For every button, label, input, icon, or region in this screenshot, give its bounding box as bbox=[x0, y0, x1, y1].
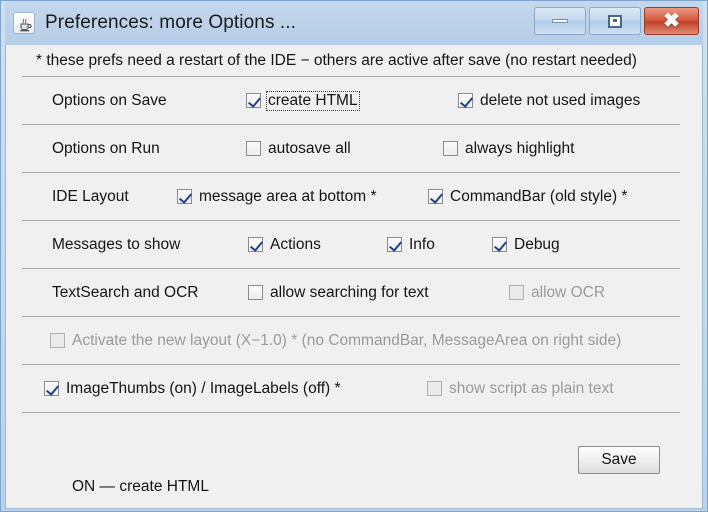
checkbox-imagethumbs-imagelabels[interactable]: ImageThumbs (on) / ImageLabels (off) * bbox=[44, 379, 343, 399]
checkbox-label: CommandBar (old style) * bbox=[450, 187, 628, 205]
checkbox-box-icon bbox=[246, 93, 261, 108]
checkbox-allow-ocr[interactable]: allow OCR bbox=[509, 283, 607, 303]
checkbox-box-icon bbox=[248, 237, 263, 252]
row-messages-to-show: Messages to show Actions Info Debug bbox=[22, 221, 680, 269]
checkbox-box-icon bbox=[428, 189, 443, 204]
checkbox-label: allow searching for text bbox=[270, 283, 429, 301]
checkbox-activate-new-layout[interactable]: Activate the new layout (X−1.0) * (no Co… bbox=[50, 331, 623, 351]
checkbox-message-area-at-bottom[interactable]: message area at bottom * bbox=[177, 187, 379, 207]
row-label: Messages to show bbox=[52, 235, 181, 253]
checkbox-autosave-all[interactable]: autosave all bbox=[246, 139, 353, 159]
checkbox-box-icon bbox=[458, 93, 473, 108]
checkbox-actions[interactable]: Actions bbox=[248, 235, 323, 255]
minimize-icon bbox=[552, 19, 568, 23]
row-ide-layout: IDE Layout message area at bottom * Comm… bbox=[22, 173, 680, 221]
checkbox-show-script-as-plain-text[interactable]: show script as plain text bbox=[427, 379, 616, 399]
checkbox-create-html[interactable]: create HTML bbox=[246, 90, 360, 111]
checkbox-box-icon bbox=[387, 237, 402, 252]
checkbox-box-icon bbox=[248, 285, 263, 300]
row-imagethumbs: ImageThumbs (on) / ImageLabels (off) * s… bbox=[22, 365, 680, 413]
save-button[interactable]: Save bbox=[578, 446, 660, 474]
checkbox-label: Info bbox=[409, 235, 435, 253]
minimize-button[interactable] bbox=[534, 7, 586, 35]
title-bar: Preferences: more Options ... ✖ bbox=[5, 1, 703, 45]
close-button[interactable]: ✖ bbox=[644, 7, 699, 35]
checkbox-label: autosave all bbox=[268, 139, 351, 157]
checkbox-box-icon bbox=[44, 381, 59, 396]
checkbox-label: message area at bottom * bbox=[199, 187, 377, 205]
checkbox-label: show script as plain text bbox=[449, 379, 614, 397]
row-textsearch-and-ocr: TextSearch and OCR allow searching for t… bbox=[22, 269, 680, 317]
dialog-footer: Save ON — create HTML bbox=[6, 440, 702, 508]
checkbox-label: always highlight bbox=[465, 139, 575, 157]
status-text: ON — create HTML bbox=[72, 478, 209, 495]
row-options-on-save: Options on Save create HTML delete not u… bbox=[22, 77, 680, 125]
checkbox-box-icon bbox=[177, 189, 192, 204]
checkbox-debug[interactable]: Debug bbox=[492, 235, 562, 255]
checkbox-always-highlight[interactable]: always highlight bbox=[443, 139, 576, 159]
checkbox-allow-searching-for-text[interactable]: allow searching for text bbox=[248, 283, 431, 303]
row-label: Options on Save bbox=[52, 91, 167, 109]
window-title: Preferences: more Options ... bbox=[45, 12, 297, 33]
checkbox-label: delete not used images bbox=[480, 91, 641, 109]
checkbox-box-icon bbox=[443, 141, 458, 156]
checkbox-label: allow OCR bbox=[531, 283, 606, 301]
checkbox-commandbar-old-style[interactable]: CommandBar (old style) * bbox=[428, 187, 629, 207]
row-label: TextSearch and OCR bbox=[52, 283, 199, 301]
maximize-button[interactable] bbox=[589, 7, 641, 35]
window-controls: ✖ bbox=[534, 7, 699, 35]
checkbox-box-icon bbox=[50, 333, 65, 348]
checkbox-label: Activate the new layout (X−1.0) * (no Co… bbox=[72, 331, 622, 349]
checkbox-label: create HTML bbox=[266, 90, 360, 111]
row-label: IDE Layout bbox=[52, 187, 129, 205]
checkbox-label: ImageThumbs (on) / ImageLabels (off) * bbox=[66, 379, 341, 397]
checkbox-box-icon bbox=[427, 381, 442, 396]
row-label: Options on Run bbox=[52, 139, 160, 157]
checkbox-label: Actions bbox=[270, 235, 321, 253]
checkbox-label: Debug bbox=[514, 235, 560, 253]
checkbox-box-icon bbox=[492, 237, 507, 252]
checkbox-delete-not-used-images[interactable]: delete not used images bbox=[458, 91, 642, 111]
checkbox-box-icon bbox=[509, 285, 524, 300]
java-coffee-cup-icon bbox=[13, 12, 35, 34]
row-activate-new-layout: Activate the new layout (X−1.0) * (no Co… bbox=[22, 317, 680, 365]
maximize-icon bbox=[608, 14, 622, 28]
checkbox-box-icon bbox=[246, 141, 261, 156]
row-options-on-run: Options on Run autosave all always highl… bbox=[22, 125, 680, 173]
restart-note: * these prefs need a restart of the IDE … bbox=[22, 45, 680, 77]
checkbox-info[interactable]: Info bbox=[387, 235, 437, 255]
close-icon: ✖ bbox=[663, 10, 680, 32]
dialog-client-area: * these prefs need a restart of the IDE … bbox=[5, 45, 703, 509]
preferences-window: Preferences: more Options ... ✖ * these … bbox=[0, 0, 708, 512]
